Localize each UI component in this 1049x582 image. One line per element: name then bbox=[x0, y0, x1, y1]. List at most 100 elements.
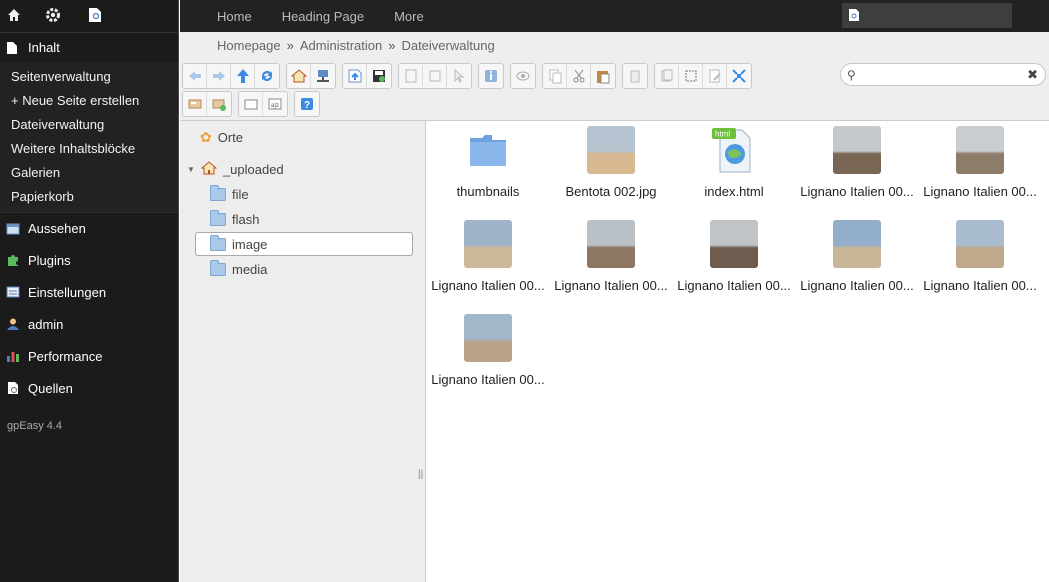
tree-root-uploaded[interactable]: ▼ _uploaded bbox=[187, 157, 284, 181]
up-button[interactable] bbox=[231, 64, 255, 88]
cut-button[interactable] bbox=[567, 64, 591, 88]
file-item[interactable]: Lignano Italien 00... bbox=[674, 220, 794, 293]
file-item[interactable]: Lignano Italien 00... bbox=[797, 126, 917, 199]
clipboard-button-group bbox=[542, 63, 616, 89]
tree-folder-media[interactable]: media bbox=[210, 257, 267, 281]
rename-button[interactable] bbox=[679, 64, 703, 88]
tree-places-label: Orte bbox=[217, 129, 244, 145]
tree-places[interactable]: ✿ Orte bbox=[200, 125, 243, 149]
edit-button-group bbox=[654, 63, 752, 89]
sidebar-section-einstellungen[interactable]: Einstellungen bbox=[0, 276, 178, 308]
sidebar-section-performance[interactable]: Performance bbox=[0, 340, 178, 372]
bar-chart-icon bbox=[6, 349, 20, 363]
sidebar-item-inhaltsbloecke[interactable]: Weitere Inhaltsblöcke bbox=[0, 137, 178, 161]
sidebar-section-quellen[interactable]: Quellen bbox=[0, 372, 178, 404]
file-search-input[interactable] bbox=[863, 67, 1023, 82]
breadcrumb-administration[interactable]: Administration bbox=[300, 38, 382, 53]
breadcrumb-separator: » bbox=[286, 37, 294, 53]
file-item[interactable]: thumbnails bbox=[428, 126, 548, 199]
back-button[interactable] bbox=[183, 64, 207, 88]
resize-button[interactable] bbox=[727, 64, 751, 88]
preview-button[interactable] bbox=[511, 64, 535, 88]
gear-icon[interactable] bbox=[44, 6, 62, 27]
breadcrumb: Homepage » Administration » Dateiverwalt… bbox=[180, 32, 1049, 58]
sidebar-section-label: Einstellungen bbox=[28, 284, 107, 300]
image-thumbnail bbox=[710, 220, 758, 268]
extract-button[interactable] bbox=[183, 92, 207, 116]
sidebar-section-aussehen[interactable]: Aussehen bbox=[0, 212, 178, 244]
breadcrumb-separator: » bbox=[388, 37, 396, 53]
page-icon[interactable] bbox=[88, 7, 102, 26]
nav-home[interactable]: Home bbox=[202, 9, 267, 24]
clear-search-icon[interactable]: ✖ bbox=[1027, 67, 1038, 83]
help-button[interactable]: ? bbox=[295, 92, 319, 116]
image-thumbnail bbox=[833, 126, 881, 174]
reload-button[interactable] bbox=[255, 64, 279, 88]
download-button[interactable] bbox=[423, 64, 447, 88]
forward-button[interactable] bbox=[207, 64, 231, 88]
sidebar-section-inhalt[interactable]: Inhalt bbox=[0, 32, 178, 62]
sidebar-section-label: Inhalt bbox=[28, 40, 60, 55]
nav-heading-page[interactable]: Heading Page bbox=[267, 9, 379, 24]
upload-button[interactable] bbox=[343, 64, 367, 88]
save-button[interactable] bbox=[367, 64, 391, 88]
folder-icon bbox=[210, 209, 226, 226]
top-search-box[interactable] bbox=[842, 3, 1012, 28]
sidebar-item-seitenverwaltung[interactable]: Seitenverwaltung bbox=[0, 65, 178, 89]
icons-view-button[interactable] bbox=[239, 92, 263, 116]
file-item[interactable]: Lignano Italien 00... bbox=[920, 126, 1040, 199]
file-item[interactable]: Lignano Italien 00... bbox=[428, 314, 548, 387]
home-folder-icon bbox=[200, 160, 218, 179]
sidebar-section-admin[interactable]: admin bbox=[0, 308, 178, 340]
tree-folder-image[interactable]: image bbox=[195, 232, 413, 256]
places-icon: ✿ bbox=[200, 128, 212, 145]
file-item[interactable]: Lignano Italien 00... bbox=[428, 220, 548, 293]
sidebar-item-neue-seite[interactable]: + Neue Seite erstellen bbox=[0, 89, 178, 113]
home-folder-button[interactable] bbox=[287, 64, 311, 88]
breadcrumb-homepage[interactable]: Homepage bbox=[217, 38, 281, 53]
open-button[interactable] bbox=[399, 64, 423, 88]
image-thumbnail bbox=[464, 220, 512, 268]
expand-arrow-icon[interactable]: ▼ bbox=[187, 165, 195, 174]
tree-folder-file[interactable]: file bbox=[210, 182, 249, 206]
file-name: Lignano Italien 00... bbox=[431, 278, 545, 293]
select-button[interactable] bbox=[447, 64, 471, 88]
duplicate-button[interactable] bbox=[655, 64, 679, 88]
copy-button[interactable] bbox=[543, 64, 567, 88]
paste-button[interactable] bbox=[591, 64, 615, 88]
view-button-group: a|z bbox=[238, 91, 288, 117]
folder-icon bbox=[210, 234, 226, 251]
settings-panel-icon bbox=[6, 285, 20, 299]
sidebar-item-galerien[interactable]: Galerien bbox=[0, 161, 178, 185]
nav-button-group bbox=[182, 63, 280, 89]
network-button[interactable] bbox=[311, 64, 335, 88]
sidebar-section-plugins[interactable]: Plugins bbox=[0, 244, 178, 276]
tree-folder-label: image bbox=[232, 236, 268, 252]
document-icon bbox=[6, 41, 20, 55]
file-item[interactable]: Lignano Italien 00... bbox=[920, 220, 1040, 293]
sort-button[interactable]: a|z bbox=[263, 92, 287, 116]
puzzle-icon bbox=[6, 253, 20, 267]
html-file-icon: html bbox=[710, 126, 758, 174]
file-item[interactable]: Lignano Italien 00... bbox=[797, 220, 917, 293]
file-item[interactable]: html index.html bbox=[674, 126, 794, 199]
preview-button-group bbox=[510, 63, 536, 89]
file-item[interactable]: Lignano Italien 00... bbox=[551, 220, 671, 293]
svg-text:?: ? bbox=[304, 100, 310, 111]
edit-file-button[interactable] bbox=[703, 64, 727, 88]
folder-icon bbox=[464, 126, 512, 174]
home-button-group bbox=[286, 63, 336, 89]
delete-button[interactable] bbox=[623, 64, 647, 88]
file-name: Lignano Italien 00... bbox=[677, 278, 791, 293]
sidebar-item-papierkorb[interactable]: Papierkorb bbox=[0, 185, 178, 209]
resize-handle[interactable]: || bbox=[418, 469, 423, 480]
file-item[interactable]: Bentota 002.jpg bbox=[551, 126, 671, 199]
image-thumbnail bbox=[833, 220, 881, 268]
info-button-group bbox=[478, 63, 504, 89]
nav-more[interactable]: More bbox=[379, 9, 439, 24]
archive-button[interactable] bbox=[207, 92, 231, 116]
info-button[interactable] bbox=[479, 64, 503, 88]
tree-folder-flash[interactable]: flash bbox=[210, 207, 259, 231]
home-icon[interactable] bbox=[6, 7, 22, 26]
sidebar-item-dateiverwaltung[interactable]: Dateiverwaltung bbox=[0, 113, 178, 137]
